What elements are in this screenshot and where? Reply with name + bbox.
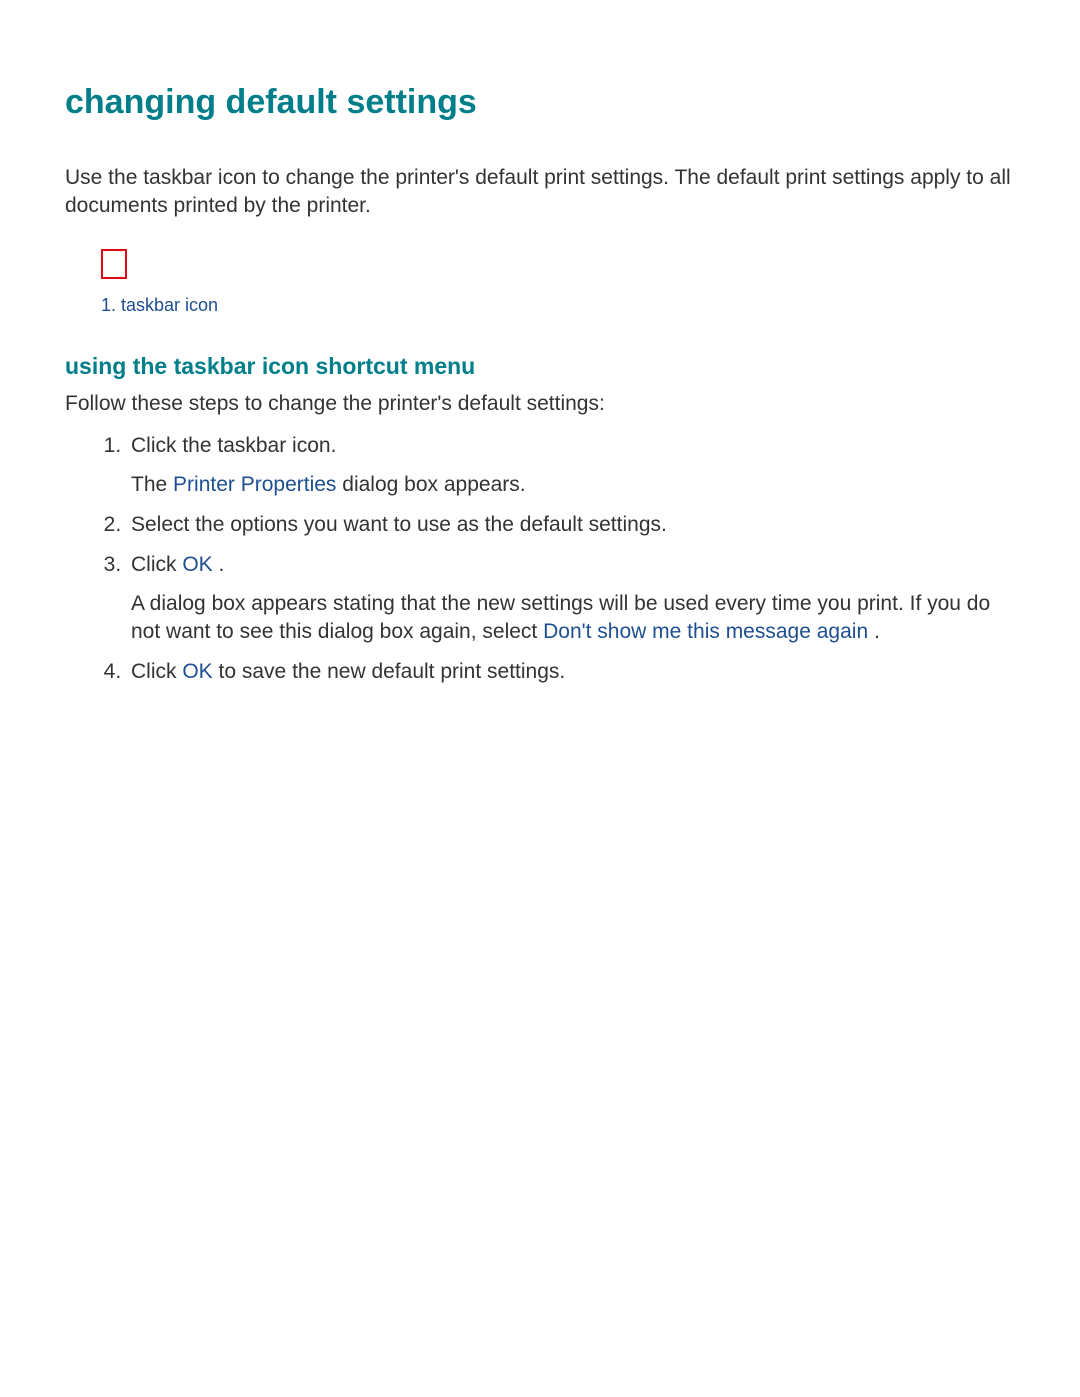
steps-lead-in: Follow these steps to change the printer…	[65, 390, 1015, 418]
step-2-text: Select the options you want to use as th…	[131, 513, 667, 536]
step-4: Click OK to save the new default print s…	[127, 658, 1015, 686]
step-1-text: Click the taskbar icon.	[131, 434, 336, 457]
dont-show-again-link[interactable]: Don't show me this message again	[543, 620, 868, 643]
ok-link-2[interactable]: OK	[182, 660, 212, 683]
step-3: Click OK . A dialog box appears stating …	[127, 551, 1015, 646]
step-1: Click the taskbar icon. The Printer Prop…	[127, 432, 1015, 499]
intro-paragraph: Use the taskbar icon to change the print…	[65, 164, 1015, 221]
figure-caption: 1. taskbar icon	[101, 293, 1015, 317]
step-3-detail: A dialog box appears stating that the ne…	[131, 590, 1015, 647]
steps-list: Click the taskbar icon. The Printer Prop…	[65, 432, 1015, 686]
taskbar-icon-placeholder	[101, 249, 127, 279]
section-heading: using the taskbar icon shortcut menu	[65, 351, 1015, 382]
figure: 1. taskbar icon	[101, 249, 1015, 317]
ok-link-1[interactable]: OK	[182, 553, 212, 576]
page-title: changing default settings	[65, 80, 1015, 126]
step-2: Select the options you want to use as th…	[127, 511, 1015, 539]
printer-properties-link[interactable]: Printer Properties	[173, 473, 336, 496]
step-1-detail: The Printer Properties dialog box appear…	[131, 471, 1015, 499]
